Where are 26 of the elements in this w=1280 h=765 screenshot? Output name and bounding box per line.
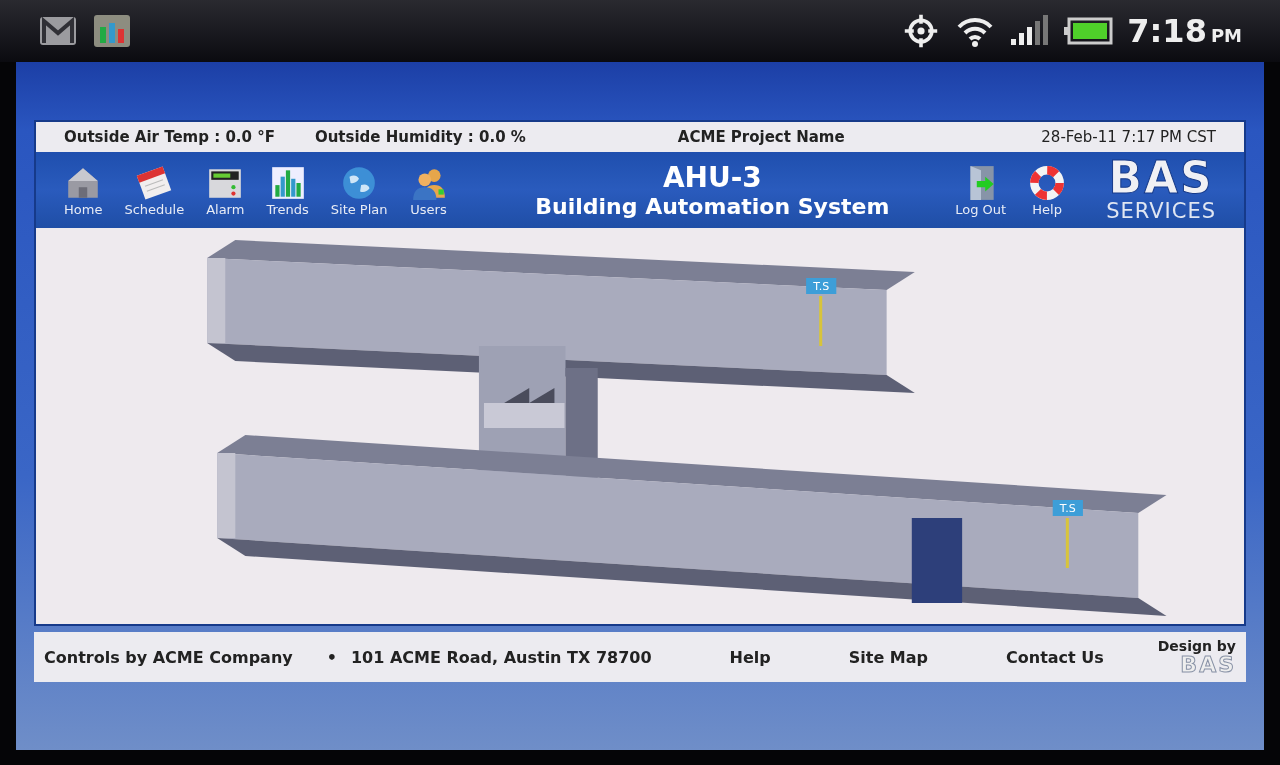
date-time: 28-Feb-11 7:17 PM CST <box>1041 128 1216 146</box>
footer-link[interactable]: Site Map <box>848 647 928 667</box>
lifebuoy-icon <box>1028 163 1067 202</box>
nav-button[interactable]: Users <box>409 163 448 217</box>
chart-app-icon[interactable] <box>92 13 132 49</box>
system-subtitle: Building Automation System <box>535 194 890 219</box>
footer-link[interactable]: Contact Us <box>1006 647 1104 667</box>
design-by-label: Design by <box>1157 638 1236 654</box>
logo-text: BAS <box>1108 157 1214 199</box>
nav-button[interactable]: Schedule <box>124 163 185 217</box>
outside-air-temp: Outside Air Temp : 0.0 °F <box>64 128 275 146</box>
clock: 7:18 PM <box>1127 12 1242 50</box>
logo-subtitle: SERVICES <box>1106 198 1216 223</box>
nav-button[interactable]: Log Out <box>955 163 1007 217</box>
bullet: • <box>326 647 337 667</box>
nav-button[interactable]: Home <box>64 163 103 217</box>
nav-button[interactable]: Site Plan <box>330 163 388 217</box>
address: 101 ACME Road, Austin TX 78700 <box>350 647 652 667</box>
nav-button[interactable]: Alarm <box>206 163 245 217</box>
unit-title: AHU-3 <box>662 161 762 194</box>
nav-button[interactable]: Trends <box>266 163 309 217</box>
project-name: ACME Project Name <box>677 128 845 146</box>
company-credit: Controls by ACME Company <box>44 647 293 667</box>
nav-button[interactable]: Help <box>1028 163 1067 217</box>
footer-link[interactable]: Help <box>729 647 771 667</box>
outside-humidity: Outside Humidity : 0.0 % <box>314 128 526 146</box>
